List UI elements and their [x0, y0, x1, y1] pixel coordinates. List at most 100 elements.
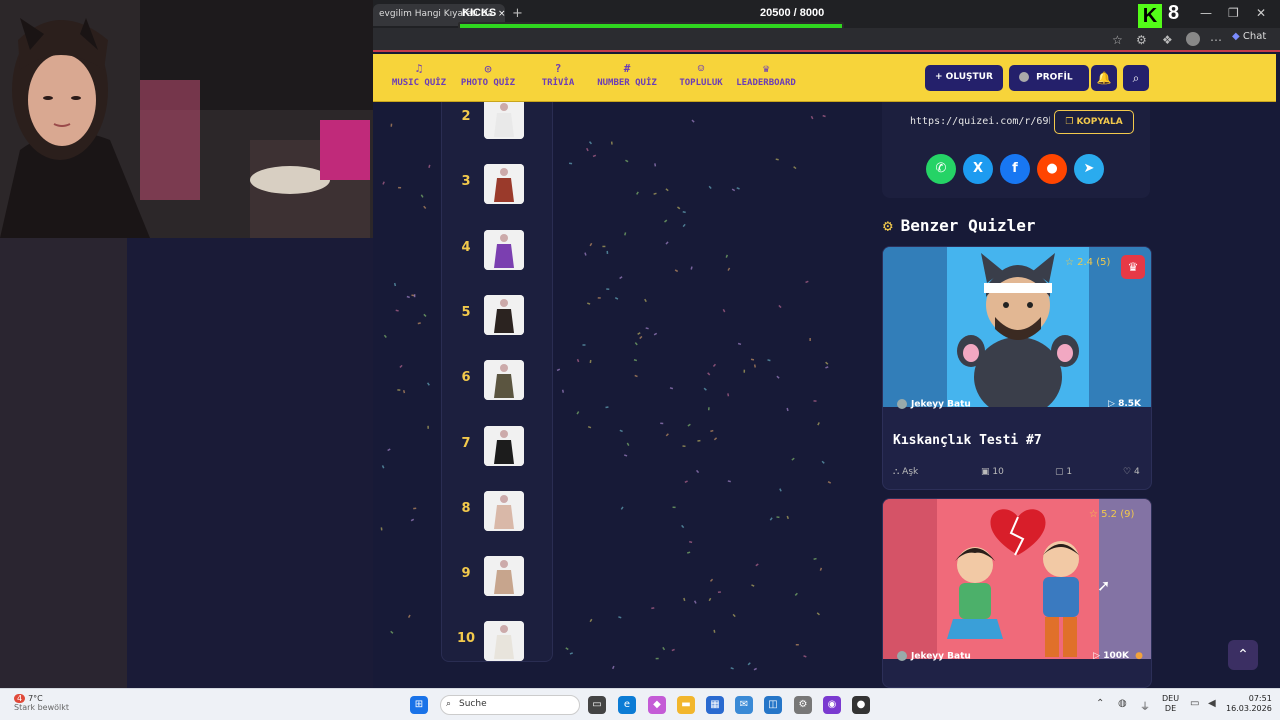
settings-icon[interactable]: ⚙ [794, 696, 812, 714]
telegram-icon[interactable]: ➤ [1074, 154, 1104, 184]
menu-dots-icon[interactable]: ⋯ [1210, 33, 1222, 47]
confetti-piece [776, 516, 780, 519]
nav-number-quiz[interactable]: # NUMBER QUİZ [593, 62, 661, 88]
quiz-title[interactable]: Kıskançlık Testi #7 [893, 433, 1042, 448]
quiz-like-count[interactable]: ♡ 4 [1123, 467, 1140, 477]
app-icon[interactable]: ◫ [764, 696, 782, 714]
nav-leaderboard[interactable]: ♛ LEADERBOARD [731, 62, 801, 88]
share-url[interactable]: https://quizei.com/r/69b [910, 116, 1050, 127]
webcam-overlay [0, 0, 373, 238]
quiz-author[interactable]: Jekeyy Batu [897, 399, 971, 410]
category-text: Aşk [902, 467, 919, 477]
confetti-piece [383, 334, 387, 338]
copilot-chat-button[interactable]: ◆ Chat [1232, 31, 1266, 42]
maximize-icon[interactable]: ❐ [1228, 6, 1239, 20]
chat-label: Chat [1242, 31, 1267, 42]
confetti-piece [653, 192, 657, 195]
nav-music-quiz[interactable]: ♫ MUSIC QUİZ [389, 62, 449, 88]
outfit-thumbnail[interactable] [484, 102, 524, 139]
confetti-piece [413, 507, 417, 510]
confetti-piece [397, 389, 401, 391]
outfit-thumbnail[interactable] [484, 229, 524, 270]
scroll-to-top-button[interactable]: ⌃ [1228, 640, 1258, 670]
favorites-icon[interactable]: ❖ [1162, 33, 1173, 47]
system-clock[interactable]: 07:51 16.03.2026 [1226, 694, 1272, 714]
network-icon[interactable]: ◍ [1118, 698, 1127, 709]
bell-icon[interactable]: 🔔 [1091, 65, 1117, 91]
profile-button[interactable]: PROFİL [1009, 65, 1089, 91]
quiz-card-image [883, 499, 1151, 659]
confetti-piece [743, 369, 746, 373]
search-icon[interactable]: ⌕ [1123, 65, 1149, 91]
quiz-plays: ▷ 100K [1093, 651, 1129, 661]
edge-icon[interactable]: e [618, 696, 636, 714]
confetti-piece [660, 422, 664, 425]
language-indicator[interactable]: DEU DE [1162, 694, 1179, 714]
confetti-piece [809, 338, 811, 341]
outfit-thumbnail[interactable] [484, 425, 524, 466]
confetti-piece [576, 358, 580, 363]
new-tab-button[interactable]: + [512, 6, 523, 21]
confetti-piece [813, 400, 817, 402]
quiz-author[interactable]: Jekeyy Batu [897, 651, 971, 662]
confetti-piece [779, 488, 782, 492]
quiz-card-image [883, 247, 1151, 407]
outfit-thumbnail[interactable] [484, 294, 524, 335]
confetti-piece [665, 188, 669, 192]
quiz-card[interactable]: ☆ 5.2 (9) Jekeyy Batu ▷ 100K ● [882, 498, 1152, 688]
confetti-piece [428, 164, 431, 168]
nav-trivia[interactable]: ? TRİVİA [533, 62, 583, 88]
outfit-thumbnail[interactable] [484, 164, 524, 205]
task-view-icon[interactable]: ▭ [588, 696, 606, 714]
minimize-icon[interactable]: — [1200, 6, 1212, 20]
author-avatar [897, 399, 907, 409]
confetti-piece [592, 154, 597, 158]
confetti-piece [402, 390, 406, 394]
discord-icon[interactable]: ◉ [823, 696, 841, 714]
outfit-thumbnail[interactable] [484, 556, 524, 597]
reddit-icon[interactable]: ● [1037, 154, 1067, 184]
confetti-piece [816, 612, 820, 616]
nav-photo-quiz[interactable]: ◎ PHOTO QUİZ [457, 62, 519, 88]
confetti-piece [387, 448, 391, 452]
whatsapp-icon[interactable]: ✆ [926, 154, 956, 184]
outfit-thumbnail[interactable] [484, 621, 524, 662]
close-window-icon[interactable]: ✕ [1256, 6, 1266, 20]
mic-icon[interactable]: ⏚ [1140, 698, 1150, 713]
confetti-piece [427, 425, 429, 429]
windows-start-icon[interactable]: ⊞ [410, 696, 428, 714]
bookmark-star-icon[interactable]: ☆ [1112, 33, 1123, 47]
profile-label: PROFİL [1036, 72, 1073, 83]
confetti-piece [821, 460, 825, 464]
confetti-piece [751, 584, 755, 587]
weather-widget[interactable]: 4 7°C Stark bewölkt [14, 694, 69, 712]
quiz-rating: ☆ 2.4 (5) [1065, 257, 1111, 268]
question-icon: ? [554, 62, 562, 75]
rank-number: 3 [461, 174, 471, 190]
store-icon[interactable]: ▦ [706, 696, 724, 714]
confetti-piece [423, 313, 427, 317]
quiz-card[interactable]: ☆ 2.4 (5) ♛ Jekeyy Batu ▷ 8.5K Kıskançlı… [882, 246, 1152, 490]
taskbar-search[interactable]: ⌕ Suche [440, 695, 580, 715]
create-button[interactable]: + OLUŞTUR [925, 65, 1003, 91]
tab-close-icon[interactable]: × [498, 9, 505, 19]
volume-icon[interactable]: ◀ [1208, 698, 1216, 709]
obs-icon[interactable]: ● [852, 696, 870, 714]
x-icon[interactable]: X [963, 154, 993, 184]
confetti-piece [677, 206, 681, 210]
outfit-thumbnail[interactable] [484, 360, 524, 401]
confetti-piece [682, 211, 686, 214]
confetti-piece [382, 181, 385, 185]
facebook-icon[interactable]: f [1000, 154, 1030, 184]
folder-icon[interactable]: ▬ [677, 696, 695, 714]
profile-avatar[interactable] [1186, 32, 1200, 46]
outfit-thumbnail[interactable] [484, 490, 524, 531]
confetti-piece [769, 517, 773, 521]
nav-community[interactable]: ☺ TOPLULUK [669, 62, 733, 88]
display-icon[interactable]: ▭ [1190, 698, 1199, 709]
copilot-icon[interactable]: ◆ [648, 696, 666, 714]
copy-button[interactable]: ❐ KOPYALA [1054, 110, 1134, 134]
mail-icon[interactable]: ✉ [735, 696, 753, 714]
tray-chevron-icon[interactable]: ⌃ [1096, 698, 1104, 709]
extensions-icon[interactable]: ⚙ [1136, 33, 1147, 47]
